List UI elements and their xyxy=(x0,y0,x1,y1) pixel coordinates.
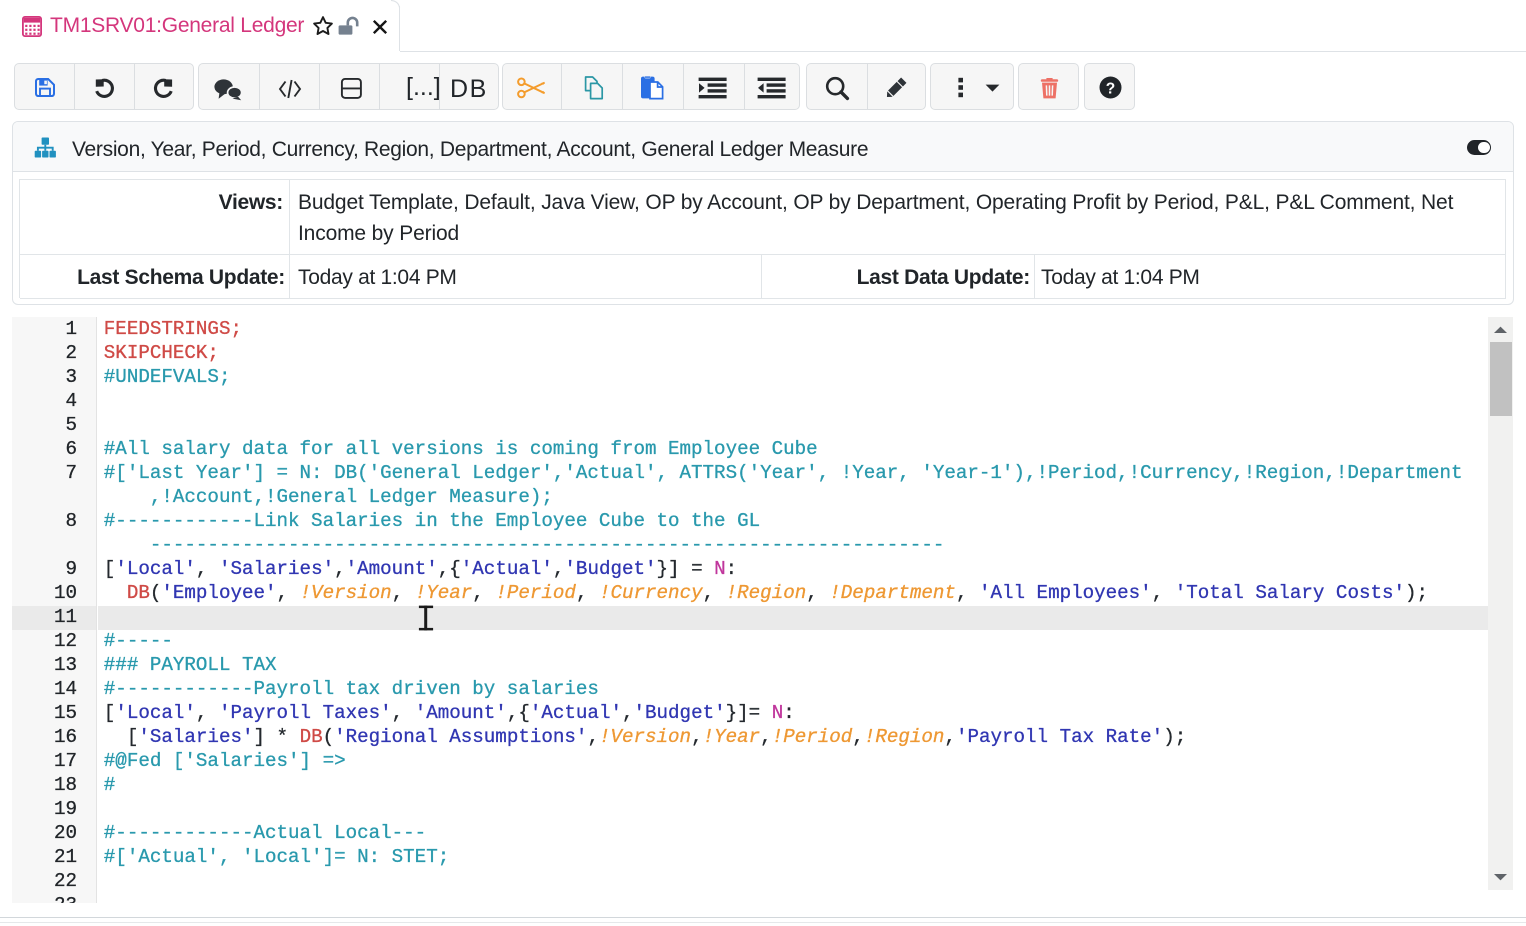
svg-text:?: ? xyxy=(1106,80,1115,97)
